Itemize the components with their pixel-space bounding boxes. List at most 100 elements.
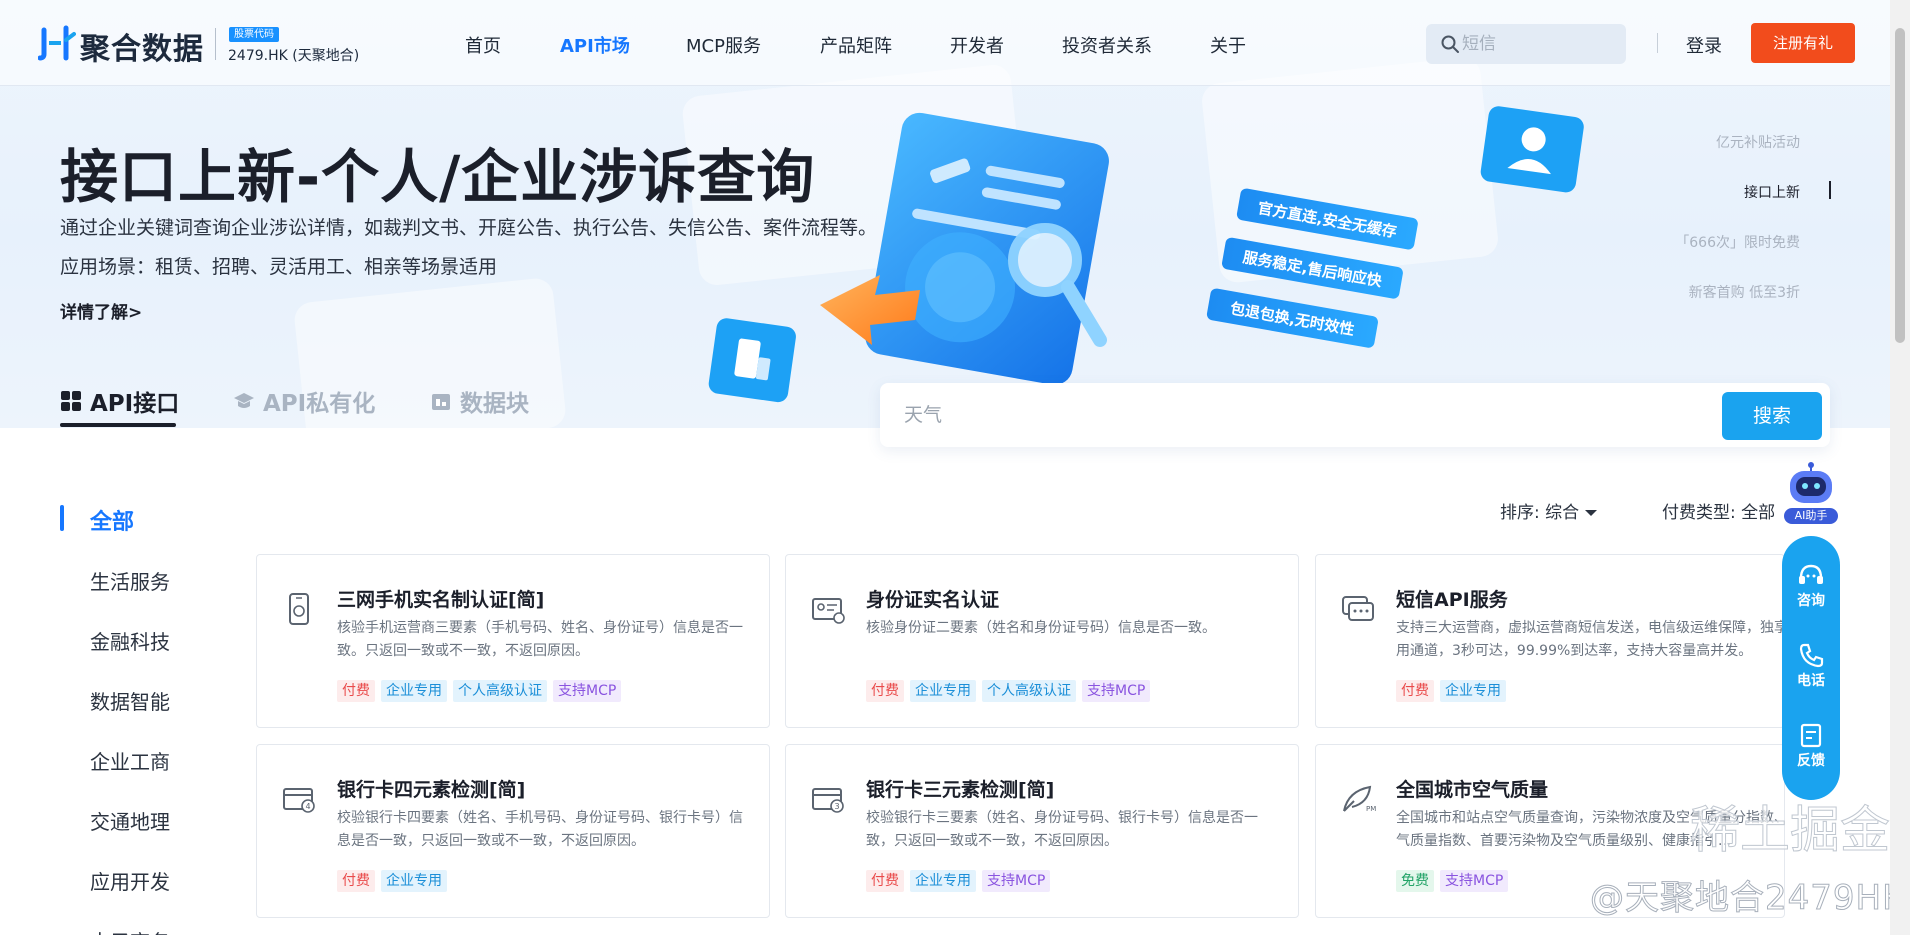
nav-item-investors[interactable]: 投资者关系: [1062, 32, 1152, 58]
sidebar-item-dev[interactable]: 应用开发: [90, 866, 170, 895]
main-search: 搜索: [880, 383, 1830, 447]
logo-divider: [215, 28, 216, 60]
brand-name[interactable]: 聚合数据: [80, 24, 204, 68]
nav-search-input[interactable]: [1462, 32, 1612, 56]
scrollbar-thumb[interactable]: [1895, 28, 1905, 343]
tag: 企业专用: [910, 680, 976, 702]
card-tags: 付费 企业专用 个人高级认证 支持MCP: [337, 680, 622, 702]
ai-assistant-button[interactable]: AI助手: [1784, 462, 1838, 526]
card-tags: 付费 企业专用 支持MCP: [866, 870, 1051, 892]
card-title: 全国城市空气质量: [1396, 779, 1549, 801]
top-nav: 聚合数据 股票代码 2479.HK (天聚地合) 首页 API市场 MCP服务 …: [0, 0, 1890, 86]
api-card[interactable]: 3 银行卡三元素检测[简] 校验银行卡三要素（姓名、身份证号码、银行卡号）信息是…: [785, 744, 1299, 918]
nav-search: [1426, 24, 1626, 64]
main-search-input[interactable]: [904, 401, 1684, 429]
nav-item-api-market[interactable]: API市场: [560, 32, 630, 58]
float-label: 电话: [1797, 673, 1825, 689]
float-feedback[interactable]: 反馈: [1782, 722, 1840, 770]
pay-label: 付费类型:: [1662, 503, 1736, 523]
sidebar-item-life[interactable]: 生活服务: [90, 566, 170, 595]
card-description: 核验身份证二要素（姓名和身份证号码）信息是否一致。: [866, 620, 1216, 636]
card-tags: 付费 企业专用: [337, 870, 447, 892]
page: 聚合数据 股票代码 2479.HK (天聚地合) 首页 API市场 MCP服务 …: [0, 0, 1910, 935]
tag: 付费: [866, 870, 904, 892]
carousel-item-active[interactable]: 接口上新: [1744, 182, 1800, 202]
tab-api[interactable]: API接口: [60, 384, 179, 418]
search-button[interactable]: 搜索: [1722, 392, 1822, 440]
tag: 付费: [337, 870, 375, 892]
hero-illustration: 官方直连,安全无缓存 服务稳定,售后响应快 包退包换,无时效性: [708, 106, 1584, 403]
card-tags: 付费 企业专用 个人高级认证 支持MCP: [866, 680, 1151, 702]
float-label: 反馈: [1797, 753, 1825, 769]
user-card-icon: [1480, 106, 1584, 193]
card-title: 短信API服务: [1396, 589, 1508, 611]
float-contact-panel: 咨询 电话 反馈: [1782, 536, 1840, 800]
hero-more-link[interactable]: 详情了解>: [60, 298, 142, 323]
float-phone[interactable]: 电话: [1782, 642, 1840, 690]
tag: 免费: [1396, 870, 1434, 892]
tab-data-block[interactable]: 数据块: [430, 384, 529, 418]
card-title: 身份证实名认证: [866, 589, 1000, 611]
login-link[interactable]: 登录: [1686, 32, 1722, 58]
phone-verify-icon: [289, 593, 309, 625]
card-title: 银行卡四元素检测[简]: [337, 779, 526, 801]
graduation-cap-icon: [234, 393, 254, 408]
sidebar-item-traffic[interactable]: 交通地理: [90, 806, 170, 835]
sort-dropdown[interactable]: 排序: 综合: [1500, 498, 1598, 523]
sidebar-item-all[interactable]: 全部: [90, 504, 134, 536]
sidebar-item-ecommerce[interactable]: 电子商务: [90, 926, 170, 935]
feature-badges: 官方直连,安全无缓存 服务稳定,售后响应快 包退包换,无时效性: [1206, 188, 1418, 348]
pay-value: 全部: [1741, 503, 1776, 523]
api-card[interactable]: 身份证实名认证 核验身份证二要素（姓名和身份证号码）信息是否一致。 付费 企业专…: [785, 554, 1299, 728]
card-tags: 付费 企业专用: [1396, 680, 1506, 702]
bank-card-3-icon: 3: [812, 788, 844, 813]
sidebar-item-business[interactable]: 企业工商: [90, 746, 170, 775]
watermark: @天聚地合2479HK: [1589, 878, 1906, 919]
tab-api-private[interactable]: API私有化: [233, 384, 375, 418]
sidebar-active-indicator: [60, 505, 64, 531]
id-card-icon: [812, 598, 845, 624]
watermark-community: 稀土掘金社区: [1690, 801, 1910, 860]
chevron-down-icon: [1585, 510, 1598, 516]
brand-logo-icon[interactable]: [38, 24, 76, 62]
tab-label: 数据块: [460, 391, 529, 417]
nav-divider: [1657, 33, 1658, 53]
grid-icon: [61, 391, 81, 411]
api-card[interactable]: 短信API服务 支持三大运营商，虚拟运营商短信发送，电信级运维保障，独享专用通道…: [1315, 554, 1785, 728]
nav-item-mcp[interactable]: MCP服务: [686, 32, 761, 58]
float-consult[interactable]: 咨询: [1782, 562, 1840, 610]
sidebar-item-fintech[interactable]: 金融科技: [90, 626, 170, 655]
stock-badge: 股票代码: [229, 27, 279, 42]
card-tags: 免费 支持MCP: [1396, 870, 1509, 892]
svg-text:4: 4: [305, 802, 310, 811]
tab-label: API接口: [90, 391, 180, 417]
sort-value: 综合: [1545, 503, 1580, 523]
nav-item-products[interactable]: 产品矩阵: [820, 32, 892, 58]
nav-item-developer[interactable]: 开发者: [950, 32, 1004, 58]
api-card[interactable]: 4 银行卡四元素检测[简] 校验银行卡四要素（姓名、手机号码、身份证号码、银行卡…: [256, 744, 770, 918]
card-description: 支持三大运营商，虚拟运营商短信发送，电信级运维保障，独享专用通道，3秒可达，99…: [1396, 620, 1785, 659]
register-button[interactable]: 注册有礼: [1751, 23, 1855, 63]
tag: 付费: [866, 680, 904, 702]
card-title: 银行卡三元素检测[简]: [866, 779, 1055, 801]
tag: 付费: [337, 680, 375, 702]
svg-text:PM: PM: [1366, 805, 1376, 813]
sidebar-item-data-ai[interactable]: 数据智能: [90, 686, 170, 715]
nav-item-about[interactable]: 关于: [1210, 32, 1246, 58]
tag: 企业专用: [381, 680, 447, 702]
nav-item-home[interactable]: 首页: [465, 32, 501, 58]
carousel-item[interactable]: 亿元补贴活动: [1716, 132, 1800, 152]
tag: 支持MCP: [1082, 680, 1151, 702]
carousel-indicator: [1829, 181, 1831, 199]
tag: 企业专用: [1440, 680, 1506, 702]
sort-label: 排序:: [1500, 503, 1540, 523]
carousel-item[interactable]: 「666次」限时免费: [1675, 232, 1800, 252]
carousel-item[interactable]: 新客首购 低至3折: [1689, 282, 1800, 302]
data-block-icon: [432, 394, 450, 410]
air-quality-icon: PM: [1343, 785, 1376, 813]
phone-icon: [1799, 643, 1824, 668]
pay-type-dropdown[interactable]: 付费类型: 全部: [1662, 498, 1775, 523]
api-card[interactable]: 三网手机实名制认证[简] 核验手机运营商三要素（手机号码、姓名、身份证号）信息是…: [256, 554, 770, 728]
tag: 支持MCP: [982, 870, 1051, 892]
tag: 企业专用: [910, 870, 976, 892]
